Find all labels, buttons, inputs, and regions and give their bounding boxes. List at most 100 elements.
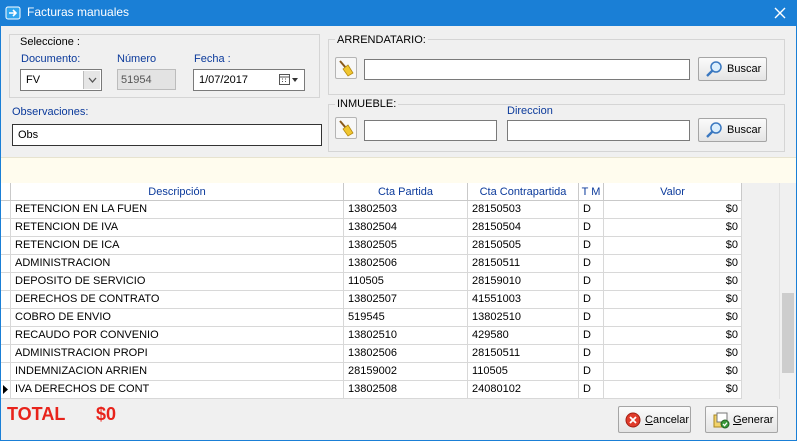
cell-valor[interactable]: $0 (604, 309, 742, 326)
cell-cta-contrapartida[interactable]: 24080102 (468, 381, 579, 398)
cell-descripcion[interactable]: RETENCION DE IVA (11, 219, 344, 236)
row-header[interactable] (1, 381, 11, 398)
table-row[interactable]: ADMINISTRACION PROPI 13802506 28150511 D $0 (1, 345, 742, 363)
cell-valor[interactable]: $0 (604, 201, 742, 218)
grid-vertical-scrollbar[interactable] (779, 183, 796, 399)
table-row[interactable]: COBRO DE ENVIO 519545 13802510 D $0 (1, 309, 742, 327)
cell-tm[interactable]: D (579, 219, 604, 236)
cell-cta-contrapartida[interactable]: 28150504 (468, 219, 579, 236)
buscar-arrendatario-button[interactable]: Buscar (698, 57, 767, 81)
conceptos-grid[interactable]: Descripción Cta Partida Cta Contrapartid… (1, 183, 796, 399)
row-header[interactable] (1, 273, 11, 290)
cell-tm[interactable]: D (579, 309, 604, 326)
cell-cta-partida[interactable]: 13802506 (344, 345, 468, 362)
row-header[interactable] (1, 237, 11, 254)
table-row[interactable]: DEPOSITO DE SERVICIO 110505 28159010 D $0 (1, 273, 742, 291)
table-row[interactable]: DERECHOS DE CONTRATO 13802507 41551003 D $0 (1, 291, 742, 309)
row-header[interactable] (1, 309, 11, 326)
cell-descripcion[interactable]: RETENCION EN LA FUEN (11, 201, 344, 218)
cell-valor[interactable]: $0 (604, 237, 742, 254)
column-header-cta-contrapartida[interactable]: Cta Contrapartida (468, 183, 579, 201)
generar-button[interactable]: Generar (705, 406, 778, 433)
cell-tm[interactable]: D (579, 381, 604, 398)
cell-tm[interactable]: D (579, 237, 604, 254)
cell-tm[interactable]: D (579, 201, 604, 218)
cell-cta-contrapartida[interactable]: 41551003 (468, 291, 579, 308)
close-button[interactable] (763, 0, 797, 26)
cell-valor[interactable]: $0 (604, 345, 742, 362)
table-row[interactable]: ADMINISTRACION 13802506 28150511 D $0 (1, 255, 742, 273)
cell-cta-partida[interactable]: 13802503 (344, 201, 468, 218)
cell-cta-contrapartida[interactable]: 13802510 (468, 309, 579, 326)
row-header[interactable] (1, 327, 11, 344)
clear-arrendatario-button[interactable] (335, 57, 357, 79)
arrendatario-input[interactable] (364, 59, 690, 80)
cell-tm[interactable]: D (579, 291, 604, 308)
fecha-datepicker[interactable]: 1/07/2017 (193, 69, 305, 91)
cell-cta-contrapartida[interactable]: 28150511 (468, 255, 579, 272)
scrollbar-thumb[interactable] (782, 293, 794, 373)
row-header[interactable] (1, 219, 11, 236)
cell-descripcion[interactable]: IVA DERECHOS DE CONT (11, 381, 344, 398)
inmueble-input[interactable] (364, 120, 497, 141)
table-row[interactable]: RECAUDO POR CONVENIO 13802510 429580 D $0 (1, 327, 742, 345)
cell-valor[interactable]: $0 (604, 381, 742, 398)
cell-valor[interactable]: $0 (604, 219, 742, 236)
cell-cta-contrapartida[interactable]: 28150505 (468, 237, 579, 254)
cancelar-button[interactable]: Cancelar (618, 406, 691, 433)
cell-cta-contrapartida[interactable]: 110505 (468, 363, 579, 380)
cell-cta-partida[interactable]: 13802506 (344, 255, 468, 272)
cell-descripcion[interactable]: DERECHOS DE CONTRATO (11, 291, 344, 308)
cell-cta-partida[interactable]: 13802504 (344, 219, 468, 236)
cell-descripcion[interactable]: DEPOSITO DE SERVICIO (11, 273, 344, 290)
buscar-inmueble-button[interactable]: Buscar (698, 118, 767, 142)
clear-inmueble-button[interactable] (335, 117, 357, 139)
cell-tm[interactable]: D (579, 327, 604, 344)
cell-valor[interactable]: $0 (604, 291, 742, 308)
table-row[interactable]: INDEMNIZACION ARRIEN 28159002 110505 D $0 (1, 363, 742, 381)
table-row[interactable]: RETENCION DE IVA 13802504 28150504 D $0 (1, 219, 742, 237)
cell-tm[interactable]: D (579, 345, 604, 362)
column-header-tm[interactable]: T M (579, 183, 604, 201)
cell-descripcion[interactable]: RETENCION DE ICA (11, 237, 344, 254)
cell-cta-contrapartida[interactable]: 28150503 (468, 201, 579, 218)
cell-descripcion[interactable]: RECAUDO POR CONVENIO (11, 327, 344, 344)
cell-descripcion[interactable]: INDEMNIZACION ARRIEN (11, 363, 344, 380)
cell-tm[interactable]: D (579, 255, 604, 272)
table-row[interactable]: IVA DERECHOS DE CONT 13802508 24080102 D $0 (1, 381, 742, 399)
cell-valor[interactable]: $0 (604, 363, 742, 380)
cell-valor[interactable]: $0 (604, 273, 742, 290)
row-header[interactable] (1, 291, 11, 308)
cell-cta-partida[interactable]: 13802508 (344, 381, 468, 398)
table-row[interactable]: RETENCION EN LA FUEN 13802503 28150503 D $0 (1, 201, 742, 219)
documento-select[interactable]: FV (20, 69, 102, 91)
table-row[interactable]: RETENCION DE ICA 13802505 28150505 D $0 (1, 237, 742, 255)
cell-cta-partida[interactable]: 28159002 (344, 363, 468, 380)
cell-cta-partida[interactable]: 13802510 (344, 327, 468, 344)
cell-valor[interactable]: $0 (604, 327, 742, 344)
cell-cta-partida[interactable]: 13802505 (344, 237, 468, 254)
column-header-descripcion[interactable]: Descripción (11, 183, 344, 201)
observaciones-input[interactable]: Obs (12, 124, 322, 146)
cell-descripcion[interactable]: ADMINISTRACION PROPI (11, 345, 344, 362)
cell-cta-contrapartida[interactable]: 429580 (468, 327, 579, 344)
row-header[interactable] (1, 345, 11, 362)
row-header[interactable] (1, 255, 11, 272)
cell-cta-partida[interactable]: 519545 (344, 309, 468, 326)
cell-descripcion[interactable]: ADMINISTRACION (11, 255, 344, 272)
cell-valor[interactable]: $0 (604, 255, 742, 272)
cell-cta-contrapartida[interactable]: 28150511 (468, 345, 579, 362)
cell-descripcion[interactable]: COBRO DE ENVIO (11, 309, 344, 326)
cell-tm[interactable]: D (579, 363, 604, 380)
cell-cta-partida[interactable]: 13802507 (344, 291, 468, 308)
direccion-input[interactable] (507, 120, 690, 141)
column-header-cta-partida[interactable]: Cta Partida (344, 183, 468, 201)
cell-cta-contrapartida[interactable]: 28159010 (468, 273, 579, 290)
calendar-icon[interactable] (279, 74, 299, 86)
dropdown-arrow-icon[interactable] (83, 71, 100, 89)
row-header[interactable] (1, 363, 11, 380)
cell-cta-partida[interactable]: 110505 (344, 273, 468, 290)
row-header[interactable] (1, 201, 11, 218)
column-header-valor[interactable]: Valor (604, 183, 742, 201)
cell-tm[interactable]: D (579, 273, 604, 290)
